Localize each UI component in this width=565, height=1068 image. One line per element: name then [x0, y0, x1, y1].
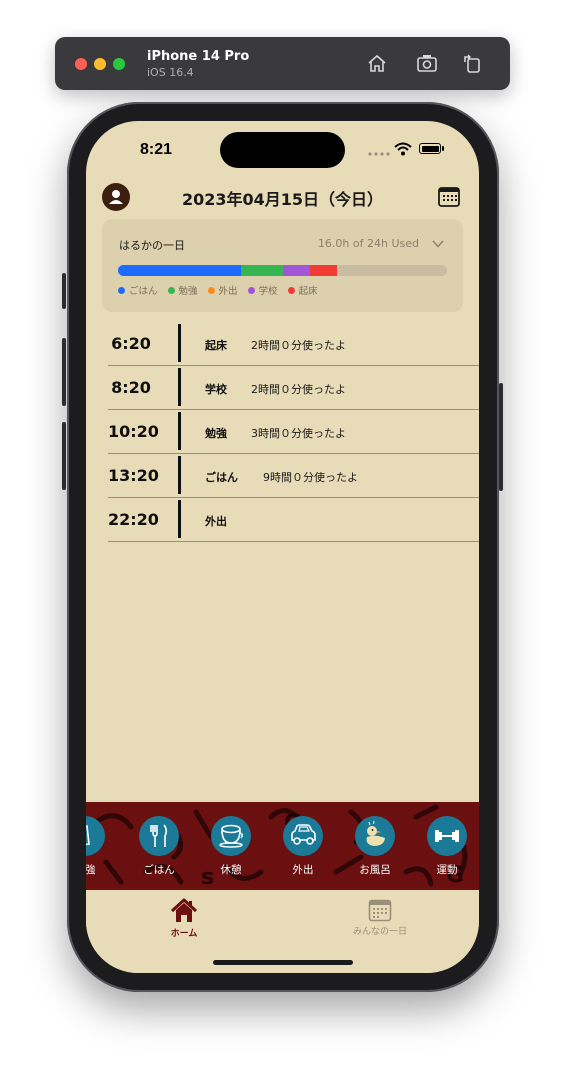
legend-dot: [167, 286, 175, 294]
timeline-time: 10:20: [108, 422, 159, 441]
legend-item: 外出: [207, 283, 238, 297]
legend-dot: [207, 286, 215, 294]
activity-button[interactable]: [427, 816, 467, 856]
timeline-duration: 3時間０分使ったよ: [251, 427, 346, 440]
timeline-time: 6:20: [111, 334, 151, 353]
book-icon: [86, 825, 90, 846]
timeline-activity: 学校: [205, 383, 227, 396]
legend-dot: [287, 286, 295, 294]
minimize-window-button[interactable]: [94, 58, 106, 70]
usage-legend: ごはん 勉強 外出 学校 起床: [118, 283, 318, 297]
volume-down-button: [62, 422, 66, 490]
activity-button[interactable]: [355, 816, 395, 856]
zoom-window-button[interactable]: [113, 58, 125, 70]
status-time: 8:21: [140, 141, 173, 158]
activity-label: お風呂: [359, 864, 391, 876]
timeline-divider-bar: [178, 456, 181, 494]
battery-icon: [419, 143, 441, 154]
timeline-time: 8:20: [111, 378, 151, 397]
timeline-row-divider: [108, 541, 479, 542]
timeline-divider-bar: [178, 324, 181, 362]
screenshot-icon[interactable]: [416, 52, 438, 74]
tab-everyone-label: みんなの一日: [352, 927, 407, 937]
simulator-toolbar: iPhone 14 Pro iOS 16.4: [55, 37, 510, 90]
legend-item: 勉強: [167, 283, 198, 297]
app-screen: 8:21 2023年04月15日（今日） はるかの一日 16.0h of 24h…: [86, 121, 479, 973]
timeline-row[interactable]: 8:20 学校 2時間０分使ったよ: [108, 366, 479, 410]
duck-icon: [366, 820, 385, 846]
timeline-divider-bar: [178, 500, 181, 538]
timeline-time: 13:20: [108, 466, 159, 485]
usage-bar-segment: [282, 265, 310, 276]
timeline-row[interactable]: 22:20 外出: [108, 498, 479, 542]
legend-label: 起床: [298, 286, 318, 297]
date-title: 2023年04月15日（今日）: [181, 190, 384, 209]
timeline-list: 6:20 起床 2時間０分使ったよ 8:20 学校 2時間０分使ったよ 10:20 勉強 3時間…: [108, 322, 479, 542]
tab-everyone-day[interactable]: みんなの一日: [320, 898, 440, 937]
calendar-icon: [368, 899, 392, 922]
tab-home[interactable]: ホーム: [124, 898, 244, 939]
activity-button[interactable]: [86, 816, 105, 856]
timeline-divider-bar: [178, 412, 181, 450]
chevron-down-icon[interactable]: [432, 240, 444, 248]
timeline-row[interactable]: 13:20 ごはん 9時間０分使ったよ: [108, 454, 479, 498]
usage-bar-segment: [241, 265, 283, 276]
activity-label: 運動: [436, 864, 458, 876]
day-summary-card[interactable]: はるかの一日 16.0h of 24h Used ごはん 勉強 外出 学校 起床: [102, 219, 463, 312]
dumbbell-icon: [435, 830, 459, 842]
usage-bar-segment: [118, 265, 242, 276]
tab-home-label: ホーム: [170, 929, 198, 939]
activity-button[interactable]: [283, 816, 323, 856]
timeline-activity: 外出: [205, 515, 227, 528]
simulator-os-version: iOS 16.4: [147, 66, 194, 79]
timeline-activity: ごはん: [205, 471, 238, 484]
dynamic-island: [220, 132, 345, 168]
mute-switch: [62, 273, 66, 309]
timeline-row[interactable]: 6:20 起床 2時間０分使ったよ: [108, 322, 479, 366]
usage-bar-segment: [309, 265, 338, 276]
usage-bar: [118, 265, 447, 276]
car-icon: [291, 824, 316, 845]
activity-label: ごはん: [143, 864, 175, 876]
legend-item: 学校: [247, 283, 278, 297]
legend-label: 勉強: [178, 286, 198, 297]
timeline-row[interactable]: 10:20 勉強 3時間０分使ったよ: [108, 410, 479, 454]
timeline-activity: 起床: [205, 339, 227, 352]
timeline-divider-bar: [178, 368, 181, 406]
volume-up-button: [62, 338, 66, 406]
timeline-duration: 2時間０分使ったよ: [251, 339, 346, 352]
legend-item: ごはん: [118, 283, 158, 297]
calendar-icon[interactable]: [438, 186, 460, 207]
legend-dot: [247, 286, 255, 294]
legend-label: 外出: [218, 286, 238, 297]
power-button: [499, 383, 503, 491]
cellular-signal-icon: [368, 152, 390, 156]
cup-icon: [219, 824, 243, 848]
rotate-icon[interactable]: [461, 52, 483, 74]
activity-button[interactable]: [139, 816, 179, 856]
house-icon: [170, 898, 198, 922]
activity-label: 外出: [292, 864, 314, 876]
legend-item: 起床: [287, 283, 318, 297]
close-window-button[interactable]: [75, 58, 87, 70]
home-indicator[interactable]: [213, 960, 353, 965]
legend-dot: [118, 286, 125, 294]
summary-name: はるかの一日: [119, 239, 185, 252]
wifi-icon: [394, 142, 412, 156]
activity-button-strip: G G s e 勉強ごはん休憩外出お風呂運動: [86, 802, 479, 890]
timeline-duration: 2時間０分使ったよ: [251, 383, 346, 396]
timeline-duration: 9時間０分使ったよ: [263, 471, 358, 484]
fork-knife-icon: [150, 824, 168, 847]
home-icon[interactable]: [366, 52, 388, 74]
legend-label: 学校: [258, 286, 278, 297]
simulator-device-name: iPhone 14 Pro: [147, 49, 250, 64]
activity-button[interactable]: [211, 816, 251, 856]
activity-label: 勉強: [86, 864, 96, 876]
summary-used-hours: 16.0h of 24h Used: [317, 237, 419, 250]
timeline-time: 22:20: [108, 510, 159, 529]
legend-label: ごはん: [129, 286, 158, 297]
timeline-activity: 勉強: [205, 427, 227, 440]
activity-label: 休憩: [220, 864, 242, 876]
